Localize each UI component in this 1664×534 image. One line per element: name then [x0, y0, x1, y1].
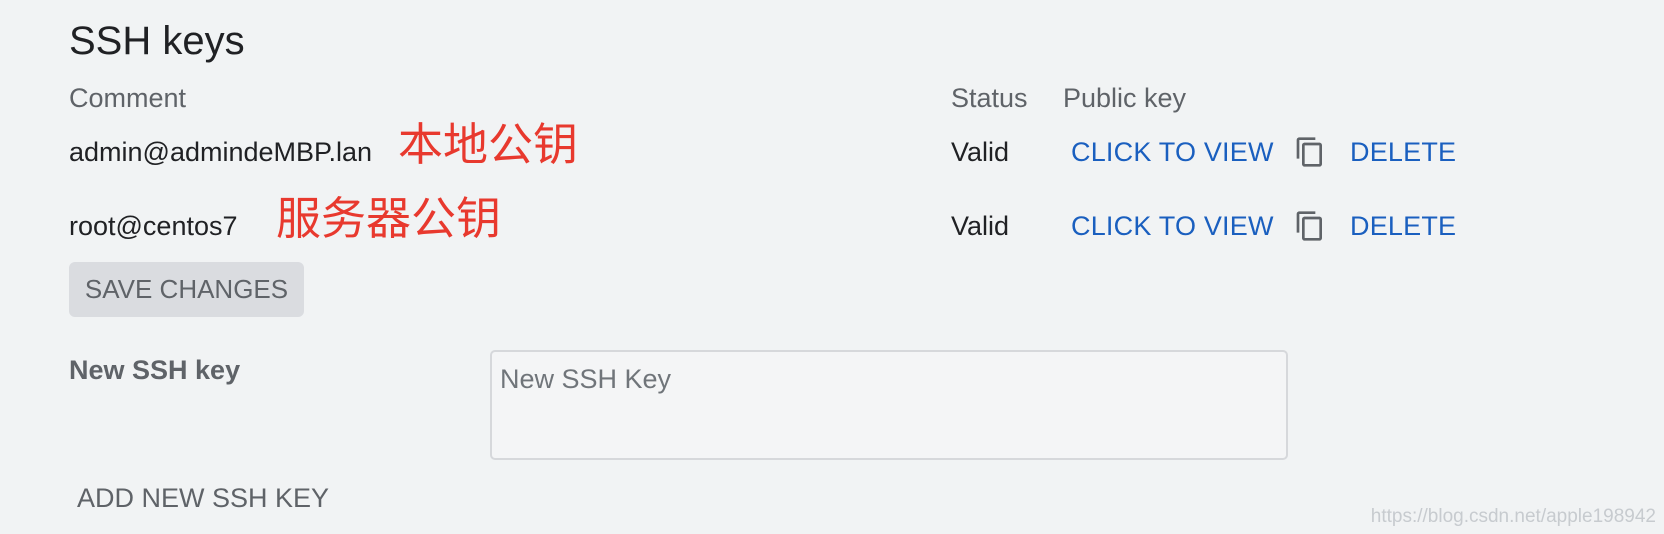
add-new-ssh-key-button[interactable]: ADD NEW SSH KEY	[77, 482, 329, 514]
page-title: SSH keys	[69, 19, 245, 63]
new-ssh-key-label: New SSH key	[69, 355, 241, 385]
watermark-text: https://blog.csdn.net/apple198942	[1370, 506, 1656, 527]
annotation-text: 本地公钥	[398, 118, 579, 171]
key-comment: admin@admindeMBP.lan	[69, 137, 373, 167]
column-header-status: Status	[951, 83, 1028, 113]
column-header-comment: Comment	[69, 83, 187, 113]
click-to-view-button[interactable]: CLICK TO VIEW	[1071, 210, 1274, 242]
key-status: Valid	[951, 137, 1010, 167]
copy-icon[interactable]	[1294, 135, 1326, 169]
key-comment: root@centos7	[69, 211, 238, 241]
column-header-public-key: Public key	[1063, 83, 1187, 113]
save-changes-button[interactable]: SAVE CHANGES	[69, 262, 304, 317]
new-ssh-key-input[interactable]	[490, 350, 1288, 460]
delete-button[interactable]: DELETE	[1350, 136, 1456, 168]
key-status: Valid	[951, 211, 1010, 241]
click-to-view-button[interactable]: CLICK TO VIEW	[1071, 136, 1274, 168]
delete-button[interactable]: DELETE	[1350, 210, 1456, 242]
copy-icon[interactable]	[1294, 209, 1326, 243]
table-row: root@centos7 服务器公钥 Valid CLICK TO VIEW D…	[0, 192, 1664, 256]
table-row: admin@admindeMBP.lan 本地公钥 Valid CLICK TO…	[0, 118, 1664, 182]
annotation-text: 服务器公钥	[276, 192, 502, 245]
